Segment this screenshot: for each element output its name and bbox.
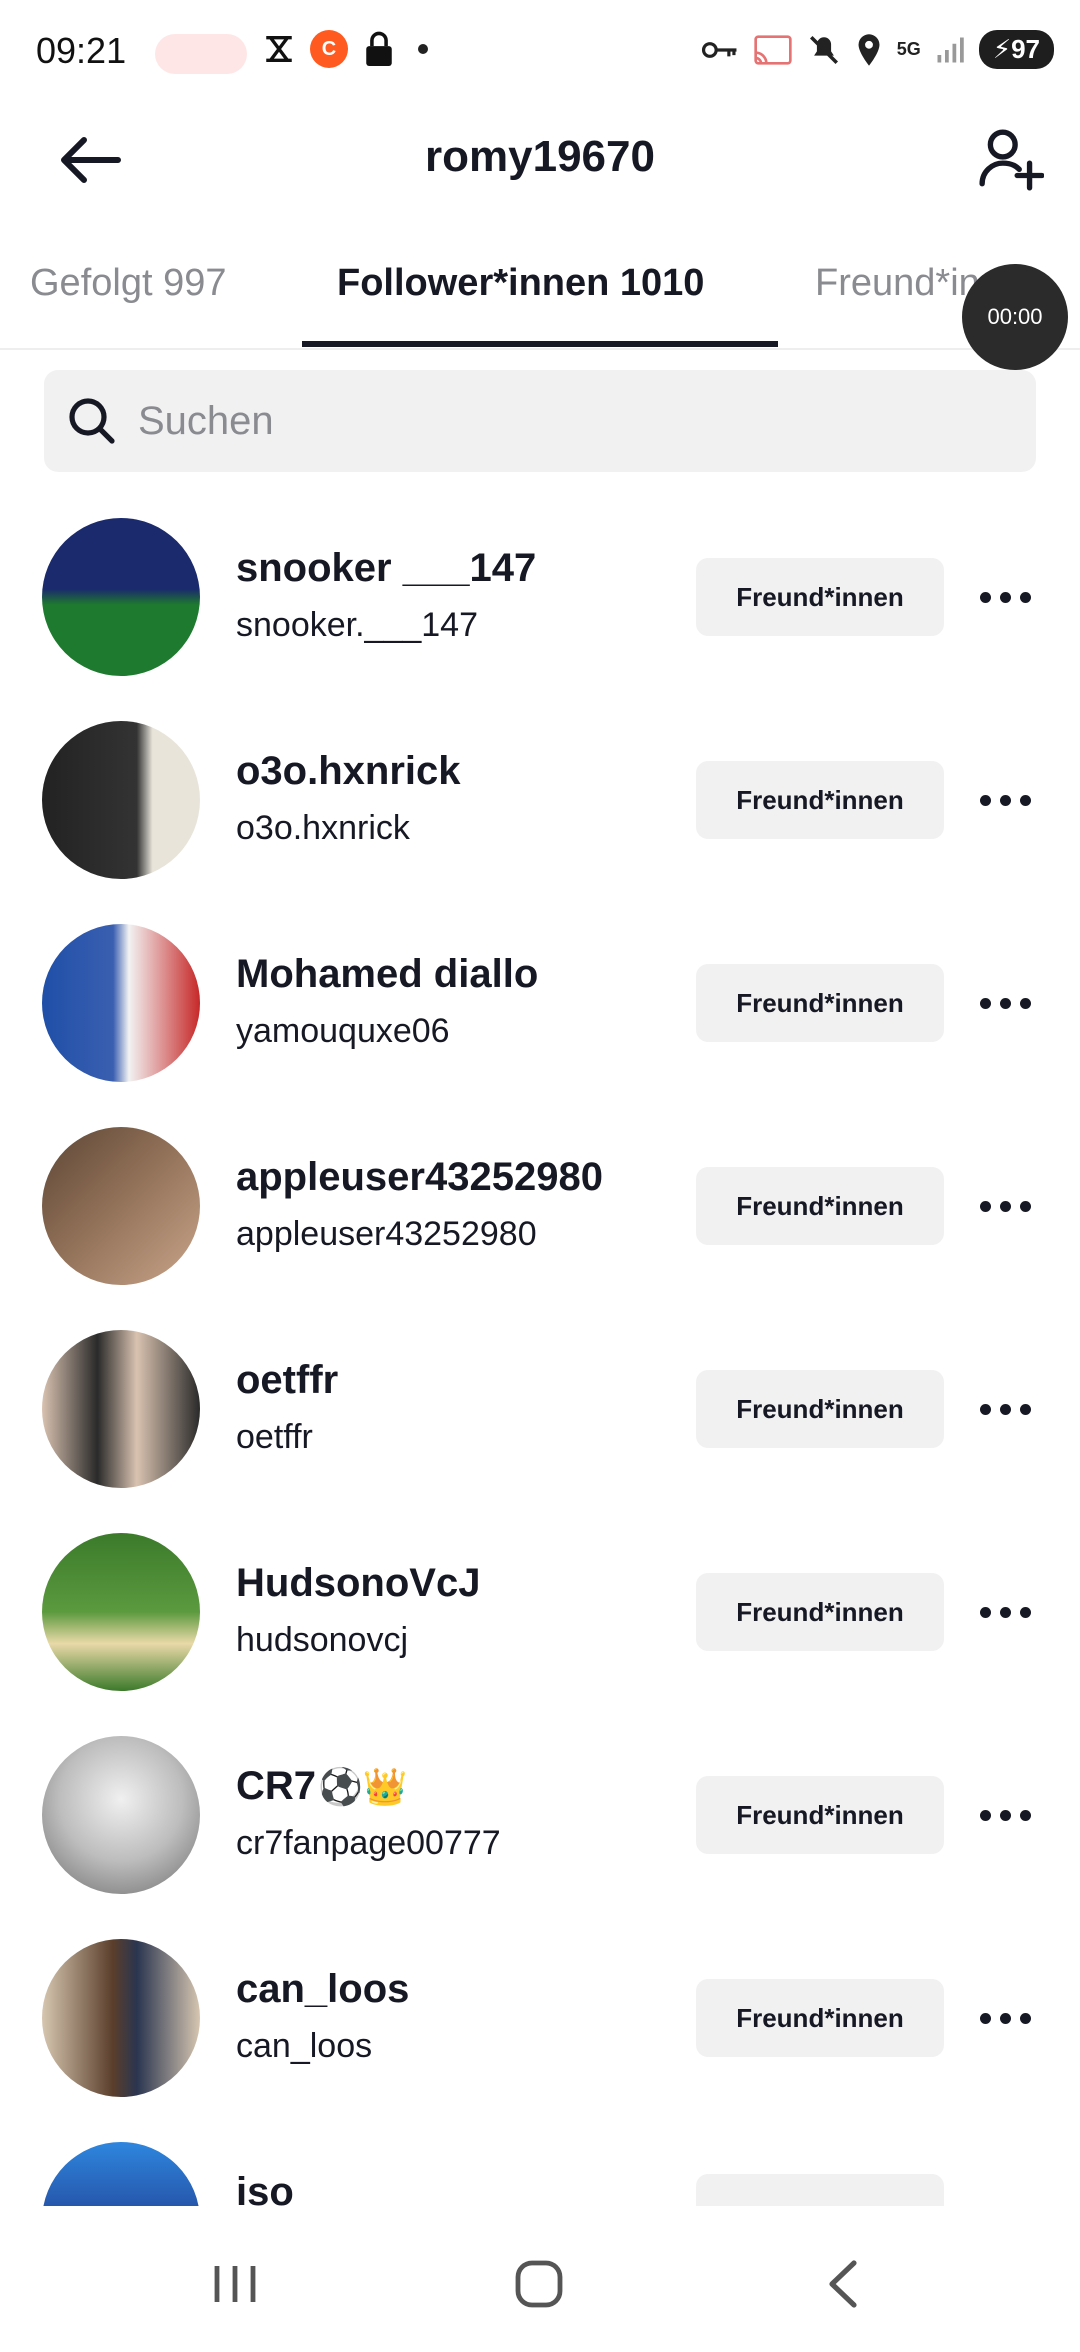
friends-button[interactable]: Freund*innen — [696, 1167, 944, 1245]
list-item[interactable]: Mohamed diallo yamouquxe06 Freund*innen — [0, 900, 1080, 1103]
list-item[interactable]: appleuser43252980 appleuser43252980 Freu… — [0, 1103, 1080, 1306]
avatar[interactable] — [42, 1736, 200, 1894]
signal-icon — [937, 37, 964, 62]
tab-active-indicator — [302, 341, 778, 347]
list-item[interactable]: oetffr oetffr Freund*innen — [0, 1306, 1080, 1509]
username: can_loos — [236, 2027, 373, 2065]
display-name: CR7⚽👑 — [236, 1764, 408, 1809]
more-options-icon[interactable] — [970, 975, 1040, 1031]
username: snooker.___147 — [236, 606, 478, 644]
add-user-icon — [979, 129, 1044, 191]
more-options-icon[interactable] — [970, 1584, 1040, 1640]
battery-level: 97 — [1011, 34, 1040, 64]
key-icon — [701, 41, 737, 58]
more-options-icon[interactable] — [970, 1787, 1040, 1843]
list-item[interactable]: snooker ___147 snooker.___147 Freund*inn… — [0, 494, 1080, 697]
username: cr7fanpage00777 — [236, 1824, 501, 1862]
avatar[interactable] — [42, 518, 200, 676]
search-icon — [62, 391, 122, 451]
display-name: HudsonoVcJ — [236, 1561, 481, 1605]
avatar[interactable] — [42, 1127, 200, 1285]
network-type: 5G — [896, 39, 921, 59]
display-name: o3o.hxnrick — [236, 749, 461, 793]
recent-apps-icon[interactable] — [206, 2254, 266, 2314]
list-item[interactable]: o3o.hxnrick o3o.hxnrick Freund*innen — [0, 697, 1080, 900]
header: romy19670 — [0, 110, 1080, 230]
display-name: oetffr — [236, 1358, 339, 1402]
list-item[interactable]: HudsonoVcJ hudsonovcj Freund*innen — [0, 1509, 1080, 1712]
location-icon — [858, 33, 880, 66]
capcut-icon: C — [310, 30, 348, 68]
friends-button[interactable]: Freund*innen — [696, 1979, 944, 2057]
system-nav-bar — [0, 2212, 1080, 2352]
list-item[interactable]: iso — [0, 2118, 1080, 2206]
friends-button[interactable]: Freund*innen — [696, 558, 944, 636]
more-options-icon[interactable] — [970, 1178, 1040, 1234]
friends-button[interactable]: Freund*innen — [696, 1573, 944, 1651]
screen: 09:21 C 5G ⚡97 romy19670 Gefolgt 997 Fol… — [0, 0, 1080, 2352]
screen-recorder-timer[interactable]: 00:00 — [962, 264, 1068, 370]
more-options-icon[interactable] — [970, 1381, 1040, 1437]
display-name: can_loos — [236, 1967, 410, 2011]
tab-bar: Gefolgt 997 Follower*innen 1010 Freund*i… — [0, 240, 1080, 350]
display-name-emoji: ⚽👑 — [318, 1766, 408, 1807]
list-item[interactable]: CR7⚽👑 cr7fanpage00777 Freund*innen — [0, 1712, 1080, 1915]
display-name: Mohamed diallo — [236, 952, 539, 996]
friends-button[interactable]: Freund*innen — [696, 761, 944, 839]
status-bar: 09:21 C 5G ⚡97 — [0, 0, 1080, 110]
mute-icon — [809, 35, 838, 64]
lock-icon — [366, 31, 392, 66]
cast-icon — [754, 34, 792, 65]
friends-button[interactable]: Freund*innen — [696, 1370, 944, 1448]
search-input[interactable] — [136, 397, 1000, 445]
username: appleuser43252980 — [236, 1215, 537, 1253]
avatar[interactable] — [42, 924, 200, 1082]
more-options-icon[interactable] — [970, 772, 1040, 828]
battery-icon: ⚡97 — [978, 30, 1054, 69]
avatar[interactable] — [42, 1533, 200, 1691]
display-name: iso — [236, 2170, 294, 2206]
display-name: snooker ___147 — [236, 546, 537, 590]
username: oetffr — [236, 1418, 313, 1456]
search-box[interactable] — [44, 370, 1036, 472]
follower-list: snooker ___147 snooker.___147 Freund*inn… — [0, 494, 1080, 2206]
x-close-icon — [266, 35, 292, 63]
display-name: appleuser43252980 — [236, 1155, 603, 1199]
avatar[interactable] — [42, 721, 200, 879]
home-icon[interactable] — [509, 2254, 569, 2314]
username: o3o.hxnrick — [236, 809, 410, 847]
username: hudsonovcj — [236, 1621, 409, 1659]
more-options-icon[interactable] — [970, 1990, 1040, 2046]
friends-button[interactable]: Freund*innen — [696, 1776, 944, 1854]
status-right-icons: 5G ⚡97 — [701, 30, 1054, 69]
page-title: romy19670 — [425, 132, 655, 181]
list-item[interactable]: can_loos can_loos Freund*innen — [0, 1915, 1080, 2118]
back-icon[interactable] — [812, 2254, 872, 2314]
friends-button[interactable]: Freund*innen — [696, 964, 944, 1042]
tab-followers[interactable]: Follower*innen 1010 — [337, 262, 704, 305]
status-left-icons: C — [262, 30, 428, 68]
display-name-text: CR7 — [236, 1764, 317, 1808]
status-time: 09:21 — [36, 30, 127, 71]
add-friend-button[interactable] — [966, 114, 1056, 204]
tab-following[interactable]: Gefolgt 997 — [30, 262, 226, 305]
status-notification-pill — [155, 34, 247, 74]
avatar[interactable] — [42, 1330, 200, 1488]
friends-button[interactable] — [696, 2174, 944, 2206]
username: yamouquxe06 — [236, 1012, 450, 1050]
avatar[interactable] — [42, 2142, 200, 2206]
status-dot — [418, 44, 428, 54]
more-options-icon[interactable] — [970, 569, 1040, 625]
avatar[interactable] — [42, 1939, 200, 2097]
